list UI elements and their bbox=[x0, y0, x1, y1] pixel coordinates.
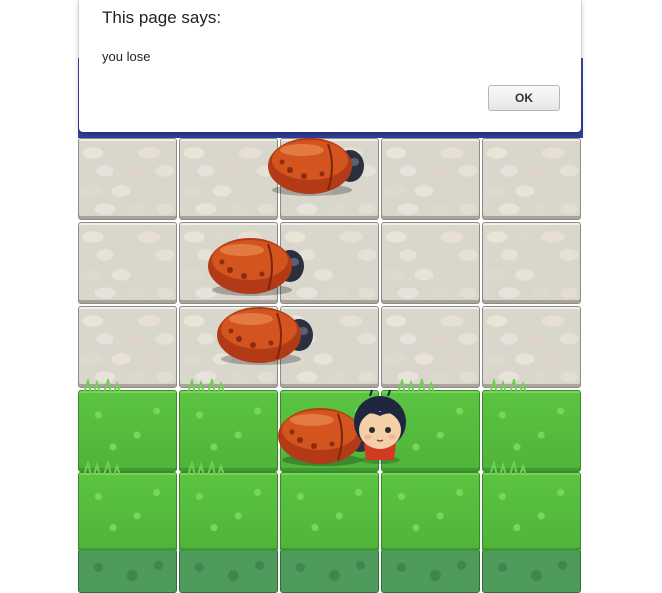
stone-tile bbox=[482, 138, 581, 220]
stone-tile bbox=[381, 306, 480, 388]
ok-button[interactable]: OK bbox=[488, 85, 560, 111]
grass-tuft-icon bbox=[489, 461, 527, 475]
stone-tile bbox=[482, 222, 581, 304]
grass-tile bbox=[78, 390, 177, 472]
stone-tile bbox=[179, 138, 278, 220]
enemy-bug-icon bbox=[266, 132, 366, 202]
dialog-message: you lose bbox=[102, 49, 151, 64]
grass-tile bbox=[179, 390, 278, 472]
enemy-bug-icon bbox=[206, 232, 306, 302]
soil-base bbox=[78, 551, 177, 593]
stone-tile bbox=[78, 222, 177, 304]
stone-tile bbox=[78, 138, 177, 220]
soil-base bbox=[179, 551, 278, 593]
grass-tile bbox=[482, 472, 581, 552]
stone-tile bbox=[381, 138, 480, 220]
soil-base bbox=[482, 551, 581, 593]
grass-tile bbox=[78, 472, 177, 552]
grass-tile bbox=[381, 472, 480, 552]
grass-tuft-icon bbox=[187, 461, 225, 475]
stone-tile bbox=[482, 306, 581, 388]
alert-dialog: This page says: you lose OK bbox=[79, 0, 581, 132]
game-board bbox=[78, 58, 583, 593]
grass-tuft-icon bbox=[83, 461, 121, 475]
enemy-bug-icon bbox=[215, 301, 315, 371]
grass-tuft-icon bbox=[83, 379, 121, 393]
grass-tile bbox=[179, 472, 278, 552]
char-boy-icon bbox=[342, 388, 418, 466]
grass-tile bbox=[482, 390, 581, 472]
grass-tuft-icon bbox=[489, 379, 527, 393]
soil-base bbox=[381, 551, 480, 593]
stone-tile bbox=[381, 222, 480, 304]
stone-tile bbox=[78, 306, 177, 388]
dialog-title: This page says: bbox=[102, 8, 222, 27]
soil-base bbox=[280, 551, 379, 593]
grass-tuft-icon bbox=[187, 379, 225, 393]
grass-tile bbox=[280, 472, 379, 552]
